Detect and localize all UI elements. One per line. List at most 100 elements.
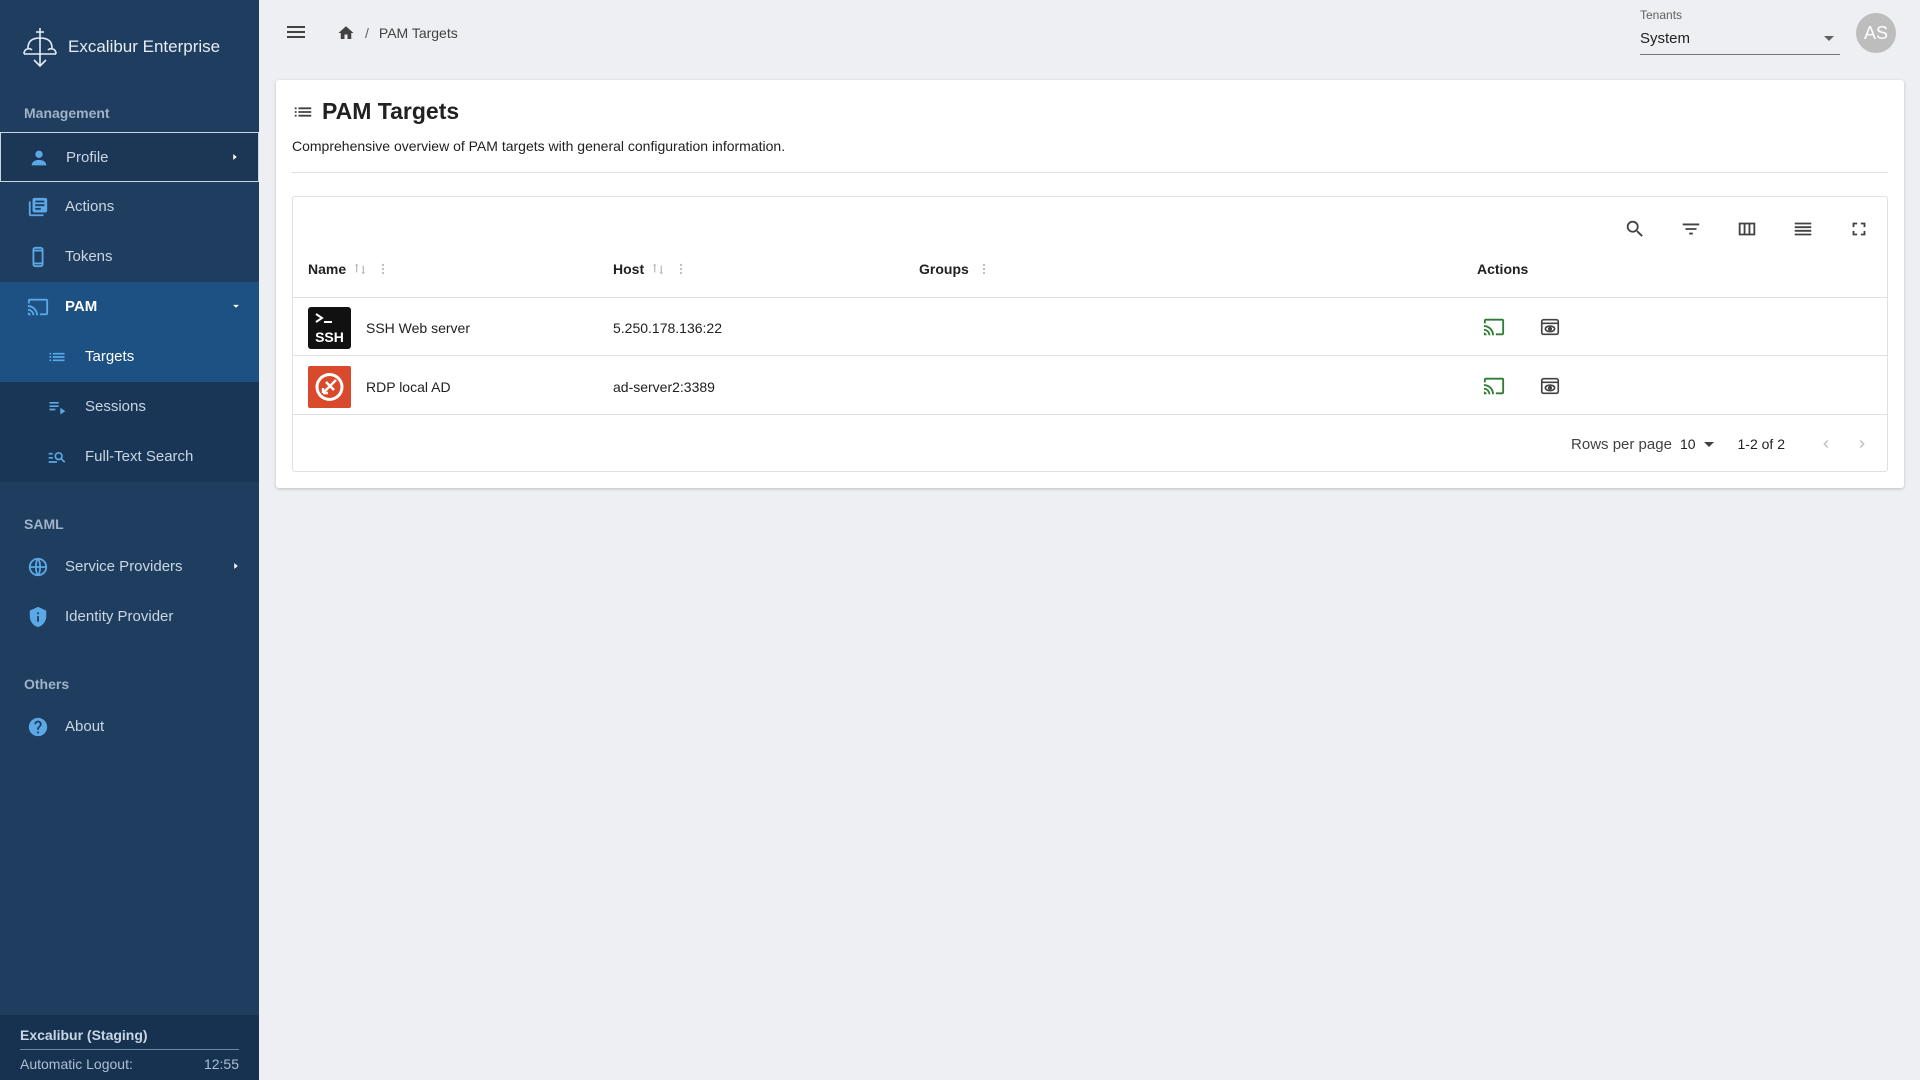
filter-list-icon bbox=[1682, 223, 1700, 235]
tenant-label: Tenants bbox=[1640, 8, 1683, 22]
column-label: Name bbox=[308, 261, 347, 277]
rows-per-page-value: 10 bbox=[1679, 436, 1696, 452]
phone-icon bbox=[32, 246, 44, 268]
column-header-actions: Actions bbox=[1477, 261, 1528, 277]
sidebar-item-label: Tokens bbox=[65, 248, 113, 265]
sidebar-item-label: About bbox=[65, 718, 105, 735]
table-toolbar bbox=[1597, 211, 1877, 247]
sidebar-item-about[interactable]: About bbox=[0, 702, 259, 752]
rdp-logo-icon bbox=[308, 366, 351, 408]
sidebar-item-label: PAM bbox=[65, 298, 98, 315]
target-name: RDP local AD bbox=[366, 379, 451, 395]
rows-per-page-label: Rows per page bbox=[1571, 435, 1672, 453]
sidebar-item-label: Identity Provider bbox=[65, 608, 174, 625]
view-details-icon[interactable] bbox=[1538, 316, 1562, 338]
list-icon bbox=[294, 106, 312, 117]
target-name: SSH Web server bbox=[366, 320, 470, 336]
library-books-icon bbox=[28, 197, 48, 217]
tenant-value: System bbox=[1640, 30, 1691, 47]
footer-divider bbox=[20, 1049, 239, 1050]
pagination: Rows per page 10 1-2 of 2 bbox=[1571, 429, 1873, 459]
column-label: Groups bbox=[919, 261, 969, 277]
sidebar-item-fulltext-search[interactable]: Full-Text Search bbox=[0, 432, 259, 482]
sidebar-footer: Excalibur (Staging) Automatic Logout: 12… bbox=[0, 1015, 259, 1080]
view-details-icon[interactable] bbox=[1538, 375, 1562, 397]
column-label: Host bbox=[613, 261, 645, 277]
column-header-name: Name bbox=[308, 261, 390, 277]
sidebar-item-label: Service Providers bbox=[65, 558, 183, 575]
manage-search-icon bbox=[48, 452, 66, 463]
brand[interactable]: Excalibur Enterprise bbox=[20, 26, 220, 68]
sidebar-item-sessions[interactable]: Sessions bbox=[0, 382, 259, 432]
help-icon bbox=[28, 717, 48, 737]
environment-name: Excalibur (Staging) bbox=[20, 1027, 148, 1043]
section-others: Others bbox=[24, 676, 70, 692]
prev-page-button[interactable] bbox=[1815, 433, 1837, 455]
fullscreen-button[interactable] bbox=[1841, 211, 1877, 247]
sidebar-item-identity-provider[interactable]: Identity Provider bbox=[0, 592, 259, 642]
section-management: Management bbox=[24, 105, 110, 121]
chevron-right-icon bbox=[1859, 440, 1865, 448]
more-vert-icon[interactable] bbox=[977, 261, 991, 277]
playlist-play-icon bbox=[49, 402, 66, 415]
sidebar-item-label: Full-Text Search bbox=[85, 448, 194, 465]
sidebar-item-actions[interactable]: Actions bbox=[0, 182, 259, 232]
avatar[interactable]: AS bbox=[1856, 13, 1896, 53]
ssh-logo-icon: SSH bbox=[308, 307, 351, 349]
filter-button[interactable] bbox=[1673, 211, 1709, 247]
sidebar-item-tokens[interactable]: Tokens bbox=[0, 232, 259, 282]
chevron-left-icon bbox=[1823, 440, 1829, 448]
header-divider bbox=[292, 172, 1888, 173]
targets-table: Name Host Groups Actions SSH SSH Web ser… bbox=[292, 196, 1888, 472]
sidebar-item-label: Actions bbox=[65, 198, 115, 215]
chevron-down-icon bbox=[233, 304, 239, 308]
more-vert-icon[interactable] bbox=[674, 261, 688, 277]
sidebar-item-targets[interactable]: Targets bbox=[0, 332, 259, 382]
connect-icon[interactable] bbox=[1482, 316, 1506, 338]
main-card: PAM Targets Comprehensive overview of PA… bbox=[276, 80, 1904, 488]
list-icon bbox=[49, 352, 65, 362]
more-vert-icon[interactable] bbox=[376, 261, 390, 277]
density-button[interactable] bbox=[1785, 211, 1821, 247]
person-icon bbox=[31, 150, 47, 166]
table-row[interactable]: RDP local AD ad-server2:3389 bbox=[293, 357, 1887, 415]
shield-icon bbox=[29, 606, 47, 628]
sidebar-item-label: Targets bbox=[85, 348, 135, 365]
breadcrumb-separator: / bbox=[365, 25, 369, 41]
menu-icon[interactable] bbox=[284, 20, 308, 44]
view-column-icon bbox=[1738, 222, 1756, 236]
connect-icon[interactable] bbox=[1482, 375, 1506, 397]
sort-icon[interactable] bbox=[650, 261, 666, 277]
auto-logout-timer: 12:55 bbox=[203, 1056, 239, 1072]
sidebar-item-label: Sessions bbox=[85, 398, 146, 415]
column-header-groups: Groups bbox=[919, 261, 991, 277]
brand-title: Excalibur Enterprise bbox=[68, 37, 221, 56]
columns-button[interactable] bbox=[1729, 211, 1765, 247]
page-description: Comprehensive overview of PAM targets wi… bbox=[292, 138, 786, 154]
auto-logout-label: Automatic Logout: bbox=[20, 1056, 133, 1072]
sidebar-item-label: Profile bbox=[66, 149, 109, 166]
sidebar-item-service-providers[interactable]: Service Providers bbox=[0, 542, 259, 592]
breadcrumb-current: PAM Targets bbox=[378, 25, 458, 41]
page-header: PAM Targets bbox=[292, 98, 459, 125]
sidebar-item-profile[interactable]: Profile bbox=[0, 132, 259, 182]
caret-down-icon bbox=[1824, 36, 1834, 41]
tenant-select[interactable]: Tenants System bbox=[1640, 8, 1840, 56]
breadcrumb: / PAM Targets bbox=[337, 24, 458, 42]
next-page-button[interactable] bbox=[1851, 433, 1873, 455]
caret-down-icon bbox=[1703, 441, 1714, 447]
page-title: PAM Targets bbox=[322, 98, 460, 124]
sort-icon[interactable] bbox=[352, 261, 368, 277]
sidebar-item-pam[interactable]: PAM bbox=[0, 282, 259, 332]
table-row[interactable]: SSH SSH Web server 5.250.178.136:22 bbox=[293, 298, 1887, 356]
tenant-underline bbox=[1640, 54, 1840, 55]
search-button[interactable] bbox=[1617, 211, 1653, 247]
sidebar: Excalibur Enterprise Management Profile … bbox=[0, 0, 259, 1080]
rows-per-page-select[interactable]: 10 bbox=[1680, 436, 1714, 452]
excalibur-logo-icon bbox=[23, 28, 57, 68]
target-host: 5.250.178.136:22 bbox=[613, 320, 722, 336]
density-icon bbox=[1794, 222, 1812, 236]
globe-icon bbox=[28, 557, 48, 577]
home-icon[interactable] bbox=[337, 24, 355, 42]
section-saml: SAML bbox=[24, 516, 64, 532]
